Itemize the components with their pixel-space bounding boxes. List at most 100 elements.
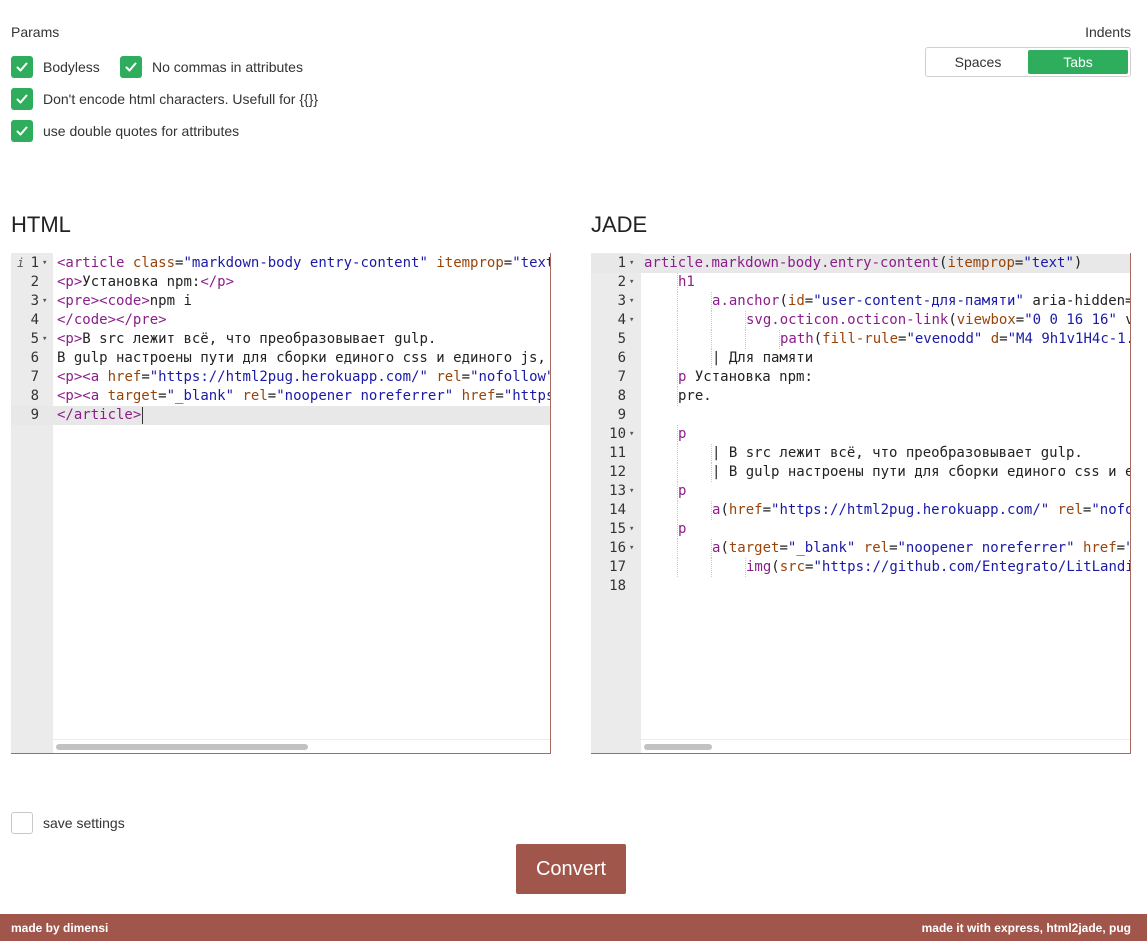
- indent-guide: [711, 463, 712, 482]
- option-double-quotes[interactable]: use double quotes for attributes: [11, 120, 239, 142]
- line-number: 11: [609, 445, 626, 461]
- indent-guide: [677, 368, 678, 387]
- code-line: 3 ▾ <pre><code>npm i: [11, 292, 550, 311]
- code-line: 8 pre.: [591, 387, 1130, 406]
- code-line: 4 ▾ svg.octicon.octicon-link(viewbox="0 0 …: [591, 311, 1130, 330]
- line-number: 7: [30, 369, 39, 385]
- option-bodyless[interactable]: Bodyless: [11, 56, 100, 78]
- code-text: p: [678, 483, 687, 499]
- code-text: <p>В src лежит всё, что преобразовывает …: [57, 331, 437, 347]
- checkbox-bodyless[interactable]: [11, 56, 33, 78]
- fold-arrow-icon[interactable]: ▾: [629, 539, 637, 558]
- jade-editor[interactable]: 1 ▾ article.markdown-body.entry-content(it…: [591, 253, 1131, 754]
- line-number: 10: [609, 426, 626, 442]
- code-line: 14 a(href="https://html2pug.herokuapp.com…: [591, 501, 1130, 520]
- scrollbar-thumb[interactable]: [56, 744, 308, 750]
- line-number: 4: [30, 312, 39, 328]
- footer: made by dimensi made it with express, ht…: [0, 914, 1147, 941]
- indents-title: Indents: [1085, 24, 1131, 40]
- scrollbar-thumb[interactable]: [644, 744, 712, 750]
- indent-guide: [677, 387, 678, 406]
- indent-toggle[interactable]: Spaces Tabs: [925, 47, 1131, 77]
- save-settings-option[interactable]: save settings: [11, 812, 125, 834]
- indent-guide: [677, 463, 678, 482]
- line-number: 7: [617, 369, 626, 385]
- indent-guide: [711, 501, 712, 520]
- info-icon: i: [17, 256, 25, 270]
- code-line: 2 <p>Установка npm:</p>: [11, 273, 550, 292]
- code-line: 8 <p><a target="_blank" rel="noopener nor…: [11, 387, 550, 406]
- indent-guide: [711, 292, 712, 311]
- fold-arrow-icon[interactable]: ▾: [42, 330, 50, 349]
- indent-guide: [711, 330, 712, 349]
- indent-option-tabs[interactable]: Tabs: [1028, 50, 1128, 74]
- fold-arrow-icon[interactable]: ▾: [629, 425, 637, 444]
- code-line: 7 p Установка npm:: [591, 368, 1130, 387]
- fold-arrow-icon[interactable]: ▾: [629, 482, 637, 501]
- indent-guide: [677, 558, 678, 577]
- indent-guide: [677, 330, 678, 349]
- fold-arrow-icon[interactable]: ▾: [42, 254, 50, 273]
- indent-guide: [745, 330, 746, 349]
- html-editor[interactable]: 1 ▾ i <article class="markdown-body entry-c…: [11, 253, 551, 754]
- line-number: 4: [617, 312, 626, 328]
- fold-arrow-icon[interactable]: ▾: [42, 292, 50, 311]
- fold-arrow-icon[interactable]: ▾: [629, 292, 637, 311]
- horizontal-scrollbar[interactable]: [53, 739, 550, 753]
- line-number: 13: [609, 483, 626, 499]
- check-icon: [125, 62, 137, 72]
- code-text: <p><a target="_blank" rel="noopener nore…: [57, 388, 551, 404]
- code-line: 9: [591, 406, 1130, 425]
- code-line: 1 ▾ article.markdown-body.entry-content(it…: [591, 254, 1130, 273]
- code-line: 4 </code></pre>: [11, 311, 550, 330]
- indent-guide: [677, 349, 678, 368]
- line-number: 5: [617, 331, 626, 347]
- fold-arrow-icon[interactable]: ▾: [629, 311, 637, 330]
- code-text: article.markdown-body.entry-content(item…: [644, 255, 1083, 271]
- line-number: 1: [617, 255, 626, 271]
- option-label: Bodyless: [43, 59, 100, 75]
- line-number: 18: [609, 578, 626, 594]
- indent-guide: [677, 311, 678, 330]
- fold-arrow-icon[interactable]: ▾: [629, 520, 637, 539]
- params-title: Params: [11, 24, 60, 40]
- indent-option-spaces[interactable]: Spaces: [928, 50, 1028, 74]
- fold-arrow-icon[interactable]: ▾: [629, 254, 637, 273]
- code-line: 16 ▾ a(target="_blank" rel="noopener noref…: [591, 539, 1130, 558]
- code-text: | В gulp настроены пути для сборки едино…: [712, 464, 1131, 480]
- option-no-commas[interactable]: No commas in attributes: [120, 56, 303, 78]
- footer-right: made it with express, html2jade, pug: [921, 920, 1131, 935]
- option-label: Don't encode html characters. Usefull fo…: [43, 91, 319, 107]
- code-text: pre.: [678, 388, 712, 404]
- code-line: 5 ▾ <p>В src лежит всё, что преобразовывае…: [11, 330, 550, 349]
- code-text: <p>Установка npm:</p>: [57, 274, 235, 290]
- check-icon: [16, 62, 28, 72]
- indent-guide: [711, 444, 712, 463]
- indent-guide: [677, 520, 678, 539]
- indent-guide: [711, 539, 712, 558]
- code-line: 5 path(fill-rule="evenodd" d="M4 9h1v1H4c…: [591, 330, 1130, 349]
- line-number: 6: [30, 350, 39, 366]
- code-text: img(src="https://github.com/Entegrato/Li…: [746, 559, 1131, 575]
- line-number: 17: [609, 559, 626, 575]
- line-number: 5: [30, 331, 39, 347]
- code-line: 1 ▾ i <article class="markdown-body entry-c…: [11, 254, 550, 273]
- code-line: 6 | Для памяти: [591, 349, 1130, 368]
- save-settings-checkbox[interactable]: [11, 812, 33, 834]
- code-line: 10 ▾ p: [591, 425, 1130, 444]
- code-line: 12 | В gulp настроены пути для сборки еди…: [591, 463, 1130, 482]
- line-number: 2: [617, 274, 626, 290]
- fold-arrow-icon[interactable]: ▾: [629, 273, 637, 292]
- checkbox-double-quotes[interactable]: [11, 120, 33, 142]
- indent-guide: [745, 311, 746, 330]
- indent-guide: [677, 292, 678, 311]
- code-line: 9 </article>: [11, 406, 550, 425]
- checkbox-dont-encode[interactable]: [11, 88, 33, 110]
- option-dont-encode[interactable]: Don't encode html characters. Usefull fo…: [11, 88, 318, 110]
- horizontal-scrollbar[interactable]: [641, 739, 1130, 753]
- convert-button[interactable]: Convert: [516, 844, 626, 894]
- code-text: path(fill-rule="evenodd" d="M4 9h1v1H4c-…: [780, 331, 1131, 347]
- indent-guide: [677, 444, 678, 463]
- indent-guide: [745, 558, 746, 577]
- checkbox-no-commas[interactable]: [120, 56, 142, 78]
